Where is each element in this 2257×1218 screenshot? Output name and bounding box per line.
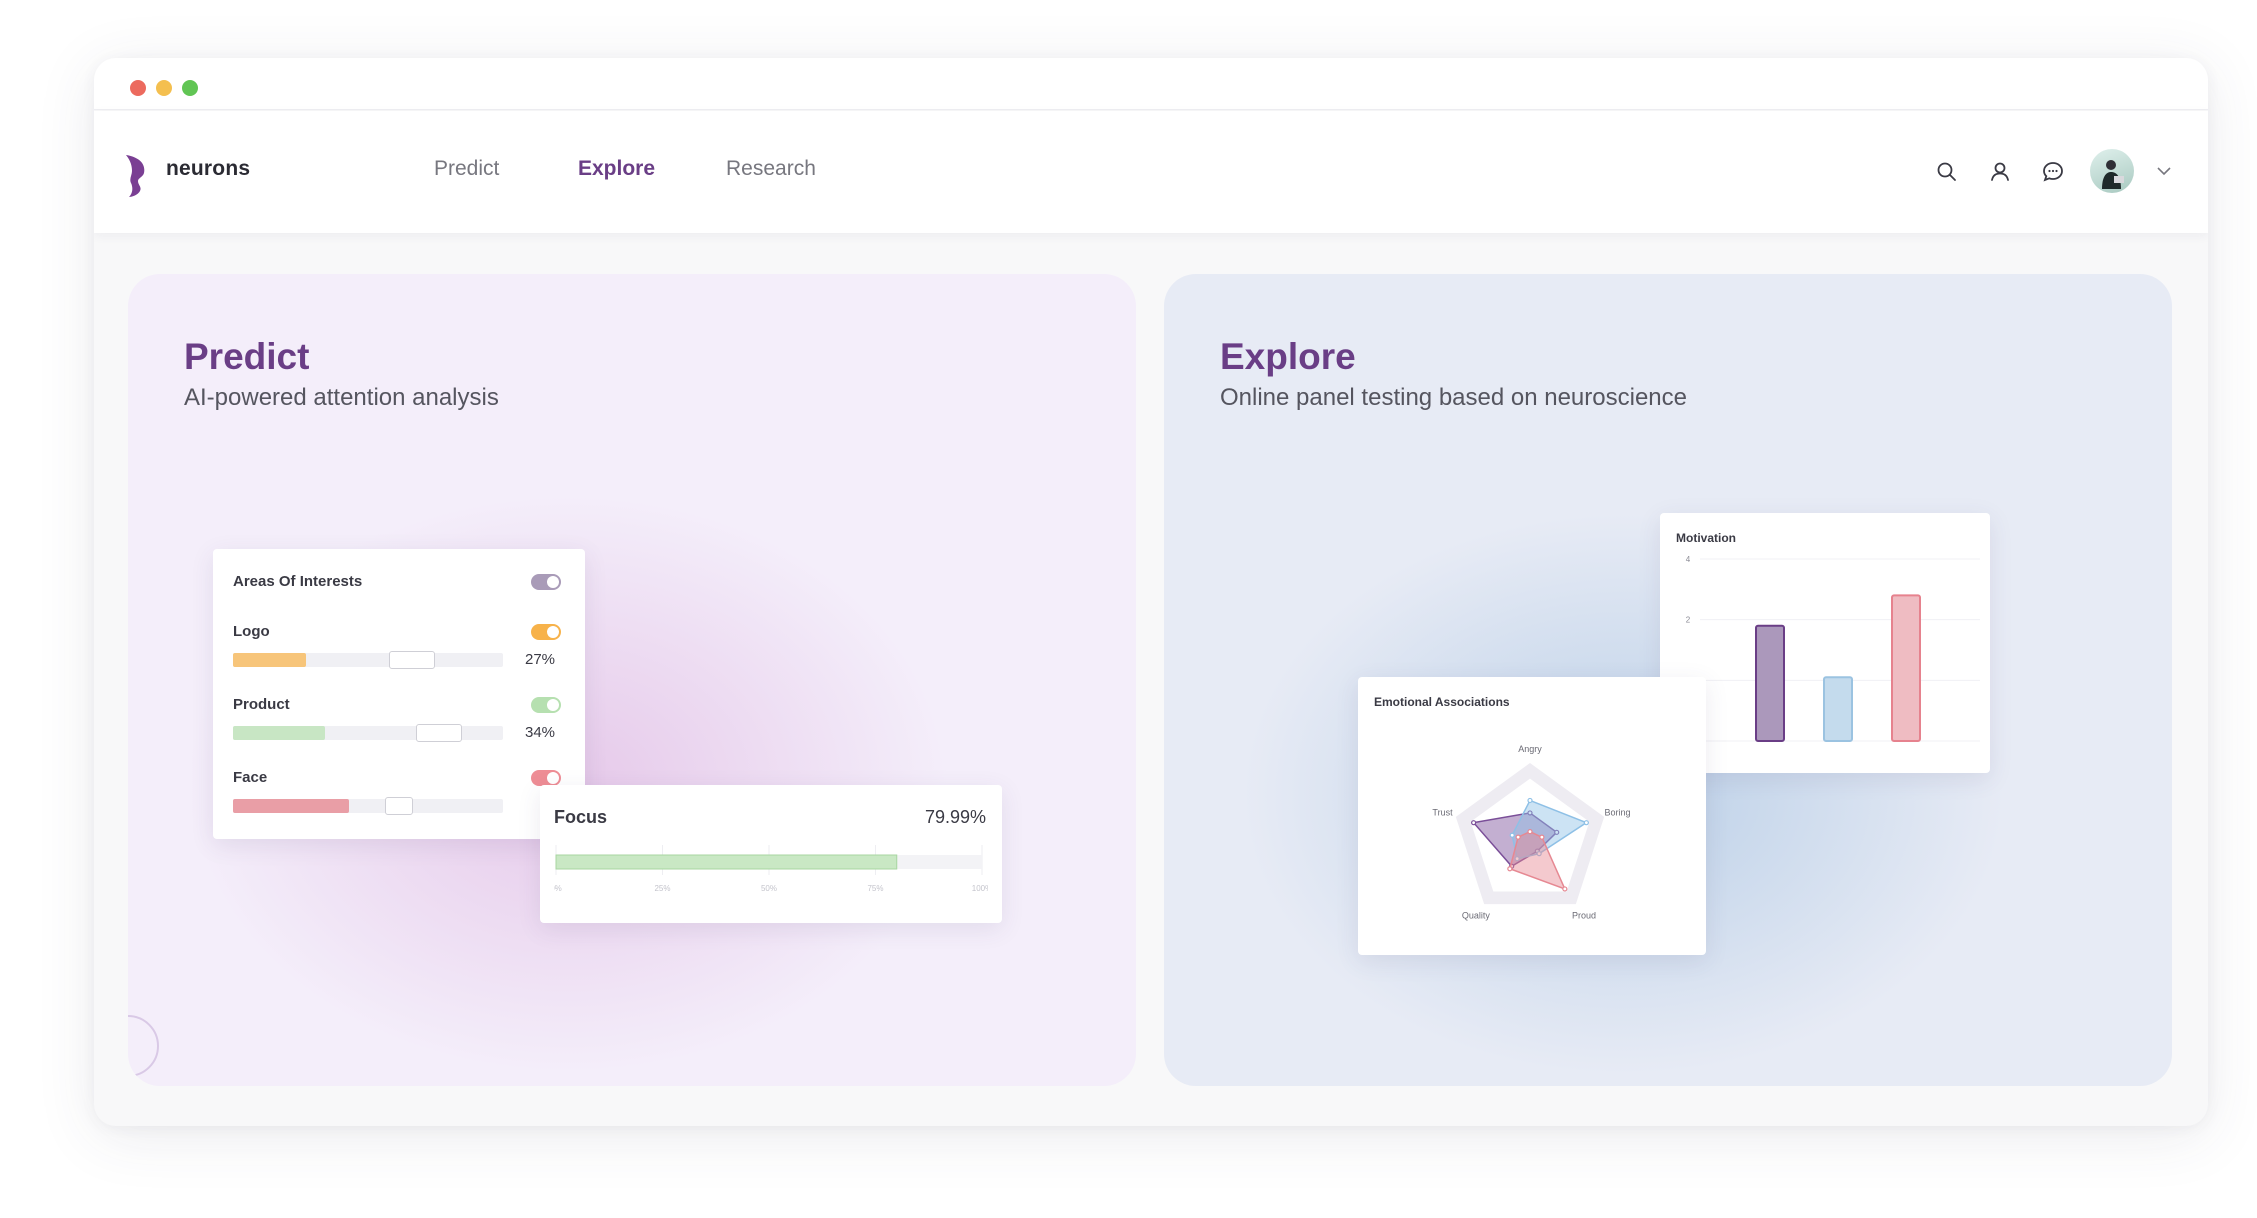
aoi-fill-logo [233, 653, 306, 667]
motivation-bar [1891, 594, 1921, 743]
user-photo [2102, 160, 2124, 189]
focus-label: Focus [554, 807, 608, 827]
explore-title: Explore [1220, 336, 1356, 377]
top-navbar: neurons Predict Explore Research [94, 111, 2208, 233]
aoi-bar-logo [233, 651, 503, 669]
decorative-circle [128, 1015, 159, 1077]
nav-link-explore[interactable]: Explore [578, 157, 655, 181]
aoi-toggle-face[interactable] [531, 770, 561, 786]
focus-tick-label: 50% [761, 884, 777, 893]
aoi-label-logo: Logo [233, 623, 270, 640]
emotional-associations-card: Emotional Associations Angry Boring Proud Q… [1358, 677, 1706, 955]
radar-point [1515, 834, 1521, 840]
motivation-bar-chart: 420 [1686, 555, 1980, 743]
chevron-down-icon[interactable] [2156, 163, 2172, 179]
nav-link-research[interactable]: Research [726, 157, 816, 181]
radar-point [1583, 820, 1589, 826]
close-window-button[interactable] [130, 80, 146, 96]
radar-point [1527, 829, 1533, 835]
aoi-handle-product[interactable] [416, 724, 462, 742]
aoi-percent-product: 34% [525, 724, 556, 741]
aoi-label-face: Face [233, 769, 268, 786]
radar-axis-label: Quality [1462, 910, 1491, 920]
motivation-card: Motivation 420 [1660, 513, 1990, 773]
aoi-master-toggle[interactable] [531, 574, 561, 590]
aoi-toggle-product[interactable] [531, 697, 561, 713]
aoi-fill-product [233, 726, 325, 740]
focus-bar-chart: 0% 25% 50% 75% 100% [554, 845, 988, 893]
radar-point [1509, 832, 1515, 838]
nav-link-predict[interactable]: Predict [434, 157, 499, 181]
focus-tick-label: 0% [554, 884, 562, 893]
emotional-associations-title: Emotional Associations [1374, 695, 1510, 709]
focus-card: Focus 79.99% 0% 25% 50% 75% 100% [540, 785, 1002, 923]
aoi-label-product: Product [233, 696, 290, 713]
emotional-radar-chart: Angry Boring Proud Quality Trust [1432, 744, 1630, 920]
aoi-header: Areas Of Interests [233, 573, 363, 590]
aoi-handle-logo[interactable] [389, 651, 435, 669]
brand-name[interactable]: neurons [166, 157, 250, 181]
radar-axis-label: Angry [1518, 744, 1542, 754]
user-icon[interactable] [1987, 159, 2013, 185]
aoi-percent-logo: 27% [525, 651, 556, 668]
motivation-y-tick: 4 [1686, 555, 1691, 564]
radar-axis-label: Boring [1604, 808, 1630, 818]
radar-point [1471, 820, 1477, 826]
focus-tick-label: 75% [867, 884, 883, 893]
focus-tick-label: 100% [972, 884, 988, 893]
explore-subtitle: Online panel testing based on neuroscien… [1220, 384, 1687, 411]
aoi-fill-face [233, 799, 350, 813]
predict-subtitle: AI-powered attention analysis [184, 384, 499, 411]
aoi-toggle-logo[interactable] [531, 624, 561, 640]
motivation-title: Motivation [1676, 531, 1736, 545]
maximize-window-button[interactable] [182, 80, 198, 96]
window-titlebar [94, 58, 2208, 110]
aoi-bar-face [233, 797, 503, 815]
radar-point [1527, 797, 1533, 804]
radar-point [1539, 834, 1545, 840]
search-icon[interactable] [1934, 159, 1960, 185]
minimize-window-button[interactable] [156, 80, 172, 96]
aoi-bar-product [233, 724, 503, 742]
avatar[interactable] [2090, 149, 2134, 193]
radar-axis-label: Proud [1572, 910, 1596, 920]
aoi-handle-face[interactable] [385, 797, 413, 815]
neurons-logo[interactable] [124, 153, 148, 199]
focus-value: 79.99% [924, 807, 986, 827]
radar-point [1562, 886, 1568, 892]
radar-axis-label: Trust [1432, 808, 1453, 818]
predict-title: Predict [184, 336, 310, 377]
radar-point [1507, 866, 1513, 872]
chat-icon[interactable] [2040, 159, 2066, 185]
focus-fill [555, 854, 898, 870]
focus-tick-label: 25% [654, 884, 670, 893]
motivation-bar [1823, 676, 1853, 743]
areas-of-interest-card: Areas Of Interests Logo 27% Product 34% … [213, 549, 585, 839]
motivation-bar [1755, 624, 1785, 742]
motivation-y-tick: 2 [1686, 616, 1691, 625]
